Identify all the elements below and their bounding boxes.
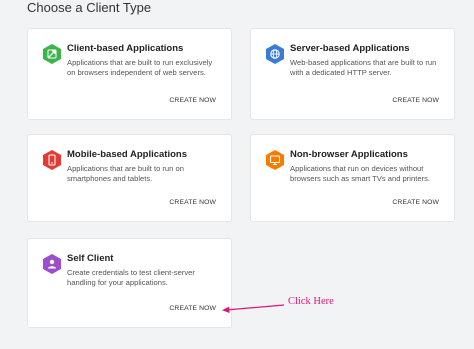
card-description: Applications that are built to run on sm… xyxy=(67,164,184,183)
create-now-client-based-button[interactable]: CREATE NOW xyxy=(169,97,216,104)
card-description: Applications that are built to run exclu… xyxy=(67,58,213,77)
card-title: Non-browser Applications xyxy=(290,149,408,160)
card-title: Self Client xyxy=(67,253,114,264)
create-now-self-client-button[interactable]: CREATE NOW xyxy=(169,305,216,312)
card-non-browser: Non-browser Applications Applications th… xyxy=(250,134,455,222)
server-app-icon xyxy=(266,44,284,64)
card-client-based: Client-based Applications Applications t… xyxy=(27,28,232,120)
card-server-based: Server-based Applications Web-based appl… xyxy=(250,28,455,120)
click-here-annotation: Click Here xyxy=(288,296,334,307)
create-now-non-browser-button[interactable]: CREATE NOW xyxy=(392,199,439,206)
client-app-icon xyxy=(43,44,61,64)
annotation-arrow-icon xyxy=(222,304,285,313)
card-title: Client-based Applications xyxy=(67,43,184,54)
card-title: Mobile-based Applications xyxy=(67,149,187,160)
mobile-app-icon xyxy=(43,150,61,170)
card-description: Web-based applications that are built to… xyxy=(290,58,437,77)
create-now-mobile-based-button[interactable]: CREATE NOW xyxy=(169,199,216,206)
create-now-server-based-button[interactable]: CREATE NOW xyxy=(392,97,439,104)
card-mobile-based: Mobile-based Applications Applications t… xyxy=(27,134,232,222)
card-self-client: Self Client Create credentials to test c… xyxy=(27,238,232,328)
card-title: Server-based Applications xyxy=(290,43,410,54)
card-description: Create credentials to test client-server… xyxy=(67,268,195,287)
page-title: Choose a Client Type xyxy=(27,0,152,15)
non-browser-app-icon xyxy=(266,150,284,170)
self-client-icon xyxy=(43,254,61,274)
card-description: Applications that run on devices without… xyxy=(290,164,430,183)
